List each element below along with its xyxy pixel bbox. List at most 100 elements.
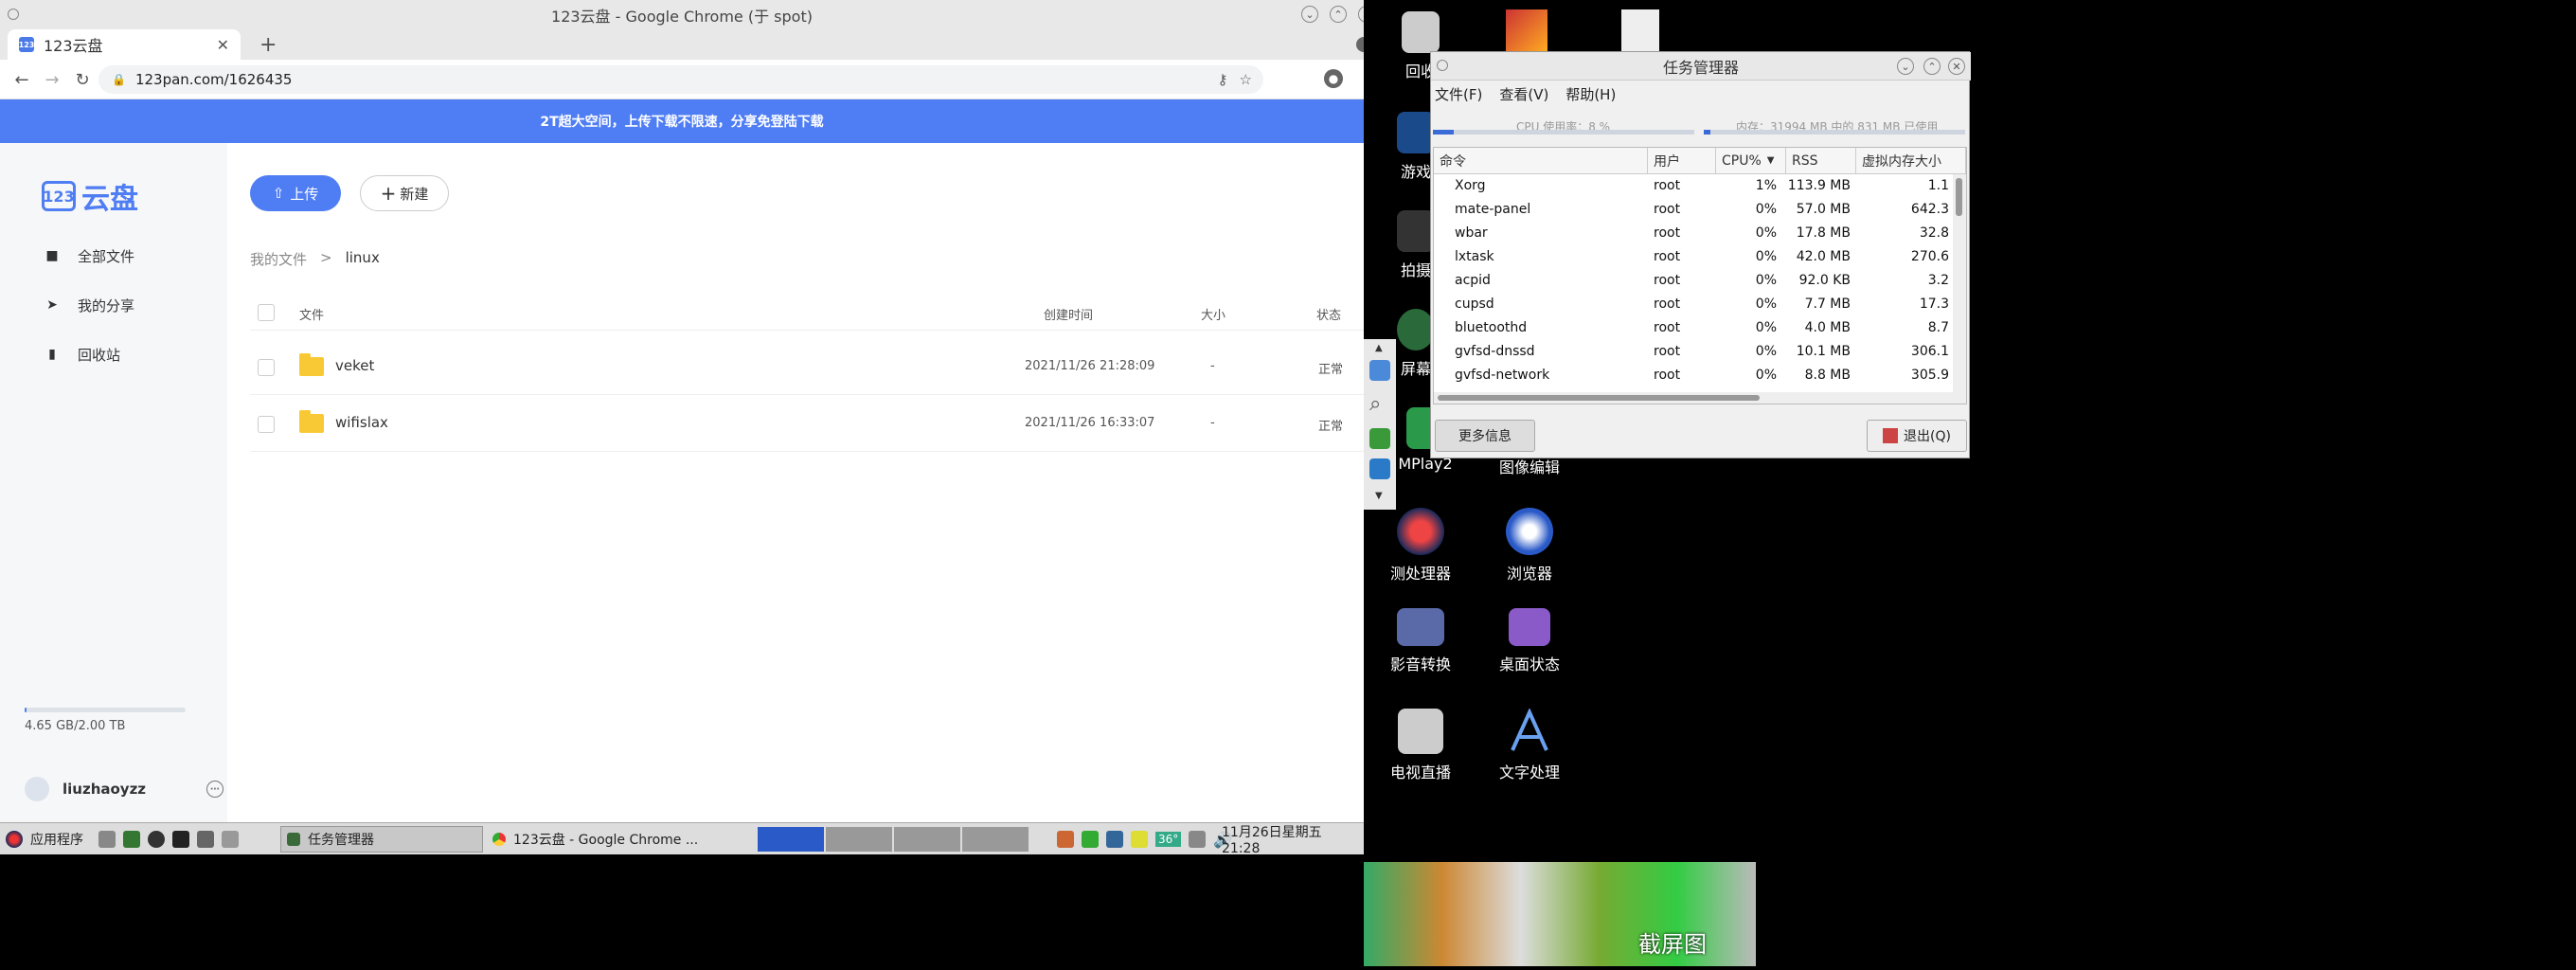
desktop-icon-desktop-status[interactable]: 桌面状态 [1477,608,1582,674]
forward-icon[interactable]: → [42,69,63,90]
column-rss[interactable]: RSS [1786,148,1856,174]
taskbar-chrome[interactable]: 123云盘 - Google Chrome ... [487,825,748,853]
monitor-icon[interactable] [172,831,189,848]
column-vsz[interactable]: 虚拟内存大小 [1856,148,1966,174]
reload-icon[interactable]: ↻ [72,69,93,90]
omnibox[interactable]: 🔒 123pan.com/1626435 ⚷ ☆ [98,65,1263,94]
column-user[interactable]: 用户 [1648,148,1716,174]
tray-app-icon[interactable] [1057,831,1074,848]
close-icon[interactable]: ✕ [1948,58,1965,75]
menu-kebab-icon[interactable]: ⋮ [1354,69,1364,90]
process-row[interactable]: acpid root 0% 92.0 KB 3.2 [1434,269,1953,293]
process-row[interactable]: Xorg root 1% 113.9 MB 1.1 [1434,174,1953,198]
desktop-icon-label: 拍摄 [1400,261,1431,279]
desktop-icon-media-convert[interactable]: 影音转换 [1368,608,1473,674]
menu-file[interactable]: 文件(F) [1435,84,1482,104]
taskbar-task-manager[interactable]: 任务管理器 [280,826,483,853]
chart-icon[interactable] [1621,9,1659,51]
key-icon[interactable]: ⚷ [1218,71,1228,88]
table-row[interactable]: wifislax 2021/11/26 16:33:07 - 正常 [250,397,1364,452]
paint-icon[interactable] [1506,9,1547,51]
tray-network-icon[interactable] [1082,831,1099,848]
desktop-icon-word[interactable]: 文字处理 [1477,708,1582,782]
minimize-icon[interactable]: ⌄ [1897,58,1914,75]
maximize-icon[interactable]: ⌃ [1330,6,1347,23]
more-info-button[interactable]: 更多信息 [1435,420,1535,452]
process-row[interactable]: lxtask root 0% 42.0 MB 270.6 [1434,245,1953,269]
menu-help[interactable]: 帮助(H) [1565,84,1616,104]
tab-close-icon[interactable]: ✕ [217,36,229,54]
bookmark-star-icon[interactable]: ☆ [1240,71,1252,88]
workspace-1[interactable] [758,827,824,852]
workspace-4[interactable] [962,827,1029,852]
window-menu-icon[interactable] [8,9,19,20]
workspace-switcher[interactable] [758,825,1029,853]
quit-button[interactable]: 退出(Q) [1867,420,1967,452]
terminal-icon[interactable] [123,831,140,848]
storage-progress [25,708,186,712]
workspace-2[interactable] [826,827,892,852]
desktop-icon-browser[interactable]: 浏览器 [1477,508,1582,584]
new-tab-button[interactable]: + [259,33,277,57]
scrollbar-thumb[interactable] [1956,178,1962,216]
browser-tab[interactable]: 123 123云盘 ✕ [8,29,241,60]
process-row[interactable]: bluetoothd root 0% 4.0 MB 8.7 [1434,316,1953,340]
desktop-icon-cpu[interactable]: 测处理器 [1368,508,1473,584]
row-checkbox[interactable] [258,359,275,376]
minimize-icon[interactable]: ⌄ [1301,6,1318,23]
files-icon[interactable] [98,831,116,848]
select-all-checkbox[interactable] [258,304,275,321]
process-row[interactable]: cupsd root 0% 7.7 MB 17.3 [1434,293,1953,316]
column-cpu[interactable]: CPU% ▼ [1716,148,1786,174]
tray-clipboard-icon[interactable] [1131,831,1148,848]
new-button[interactable]: + 新建 [360,175,449,211]
settings-icon[interactable] [197,831,214,848]
workspace-3[interactable] [894,827,960,852]
process-row[interactable]: wbar root 0% 17.8 MB 32.8 [1434,222,1953,245]
horizontal-scrollbar[interactable] [1434,392,1953,404]
tools-icon[interactable] [222,831,239,848]
menu-view[interactable]: 查看(V) [1499,84,1548,104]
breadcrumb-root[interactable]: 我的文件 [250,249,307,269]
h-scrollbar-thumb[interactable] [1438,395,1760,401]
profile-icon[interactable]: ● [1324,69,1343,88]
upload-button[interactable]: ⇧ 上传 [250,175,341,211]
vertical-scrollbar[interactable] [1953,174,1966,404]
more-options-icon[interactable]: ⋯ [206,781,224,798]
column-command[interactable]: 命令 [1434,148,1648,174]
desktop-icon-tv[interactable]: 电视直播 [1368,709,1473,782]
process-user: root [1654,296,1681,312]
logo[interactable]: 123 云盘 [42,175,138,217]
screenshot-thumbnail[interactable]: 截屏图 [1364,862,1756,966]
back-icon[interactable]: ← [11,69,32,90]
dock-down-icon[interactable]: ▼ [1375,491,1383,501]
process-row[interactable]: gvfsd-network root 0% 8.8 MB 305.9 [1434,364,1953,387]
file-name[interactable]: veket [335,357,374,374]
tray-temperature[interactable]: 36° [1155,832,1182,847]
tab-search-icon[interactable] [1356,37,1364,52]
file-name[interactable]: wifislax [335,414,388,431]
table-row[interactable]: veket 2021/11/26 21:28:09 - 正常 [250,340,1364,395]
maximize-icon[interactable]: ⌃ [1923,58,1941,75]
close-icon[interactable]: ✕ [1358,6,1364,23]
row-checkbox[interactable] [258,416,275,433]
taskbar-clock[interactable]: 11月26日星期五 21:28 [1222,825,1364,856]
window-menu-icon[interactable] [1437,60,1448,71]
sidebar-item-all-files[interactable]: ■ 全部文件 [45,242,134,270]
apps-menu-button[interactable]: 应用程序 [6,825,83,853]
process-row[interactable]: gvfsd-dnssd root 0% 10.1 MB 306.1 [1434,340,1953,364]
process-row[interactable]: mate-panel root 0% 57.0 MB 642.3 [1434,198,1953,222]
tray-keyboard-icon[interactable] [1189,831,1207,848]
sidebar: 123 云盘 ■ 全部文件 ➤ 我的分享 ▮ 回收站 4.65 GB/2.00 … [0,143,227,822]
column-size: 大小 [1201,309,1226,323]
tray-display-icon[interactable] [1106,831,1123,848]
sidebar-item-my-share[interactable]: ➤ 我的分享 [45,291,134,319]
user-row[interactable]: liuzhaoyzz ⋯ [25,770,224,808]
upload-icon: ⇧ [272,185,285,202]
process-command: mate-panel [1455,202,1531,217]
media-icon[interactable] [148,831,165,848]
process-list[interactable]: 命令 用户 CPU% ▼ RSS 虚拟内存大小 Xorg root 1% 113.9 M… [1433,147,1967,404]
sidebar-item-trash[interactable]: ▮ 回收站 [45,340,120,368]
breadcrumb-current: linux [345,249,380,266]
promo-banner[interactable]: 2T超大空间，上传下载不限速，分享免登陆下载 [0,99,1364,143]
